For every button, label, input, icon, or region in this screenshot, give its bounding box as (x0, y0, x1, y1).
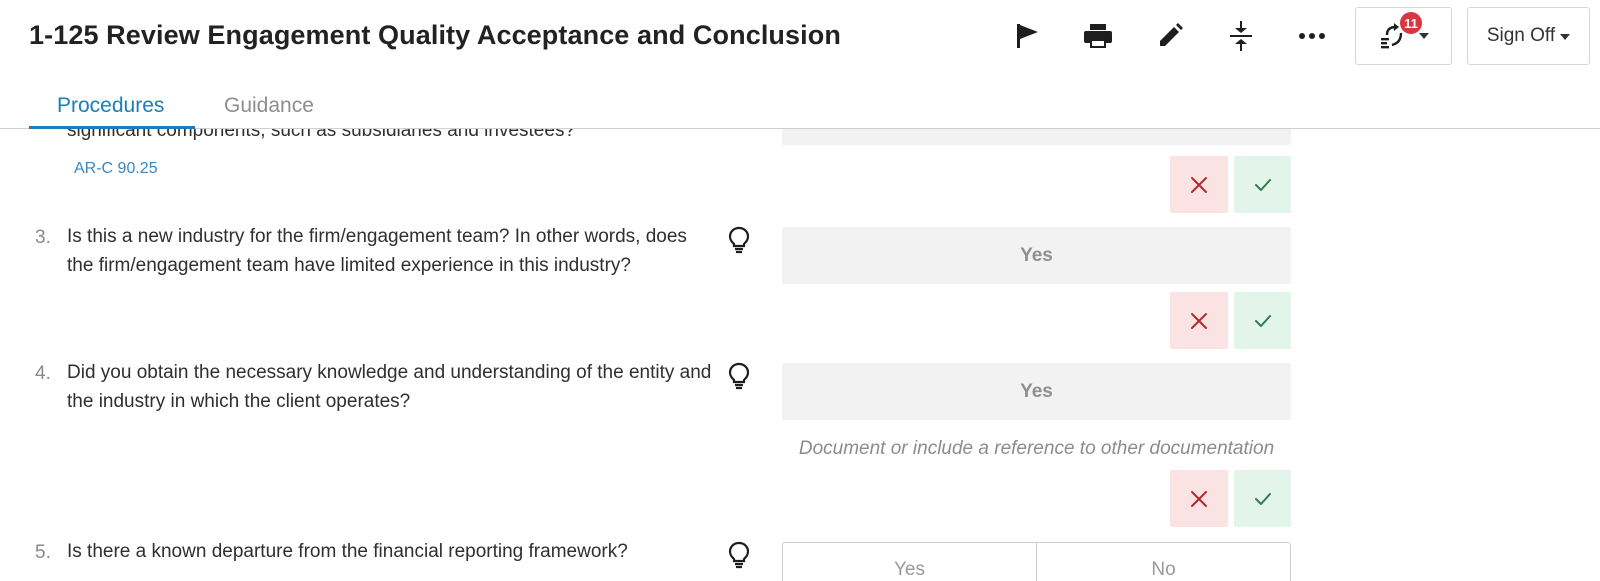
question-text: significant components, such as subsidia… (67, 129, 576, 141)
print-button[interactable] (1080, 18, 1116, 54)
close-icon (1191, 312, 1207, 329)
collapse-button[interactable] (1223, 18, 1259, 54)
sign-off-label: Sign Off (1486, 25, 1556, 46)
tab-guidance[interactable]: Guidance (224, 94, 314, 118)
answer-field[interactable] (782, 129, 1291, 145)
notification-badge: 11 (1400, 12, 1422, 34)
flag-button[interactable] (1009, 18, 1045, 54)
more-button[interactable] (1294, 18, 1330, 54)
lightbulb-icon[interactable] (727, 226, 751, 254)
pencil-icon (1160, 23, 1183, 46)
chevron-down-icon (1560, 34, 1571, 40)
accept-button[interactable] (1234, 470, 1291, 527)
accept-button[interactable] (1234, 292, 1291, 349)
collapse-icon (1230, 21, 1252, 51)
reject-button[interactable] (1170, 470, 1228, 527)
more-icon (1299, 33, 1325, 39)
print-icon (1084, 24, 1112, 48)
close-icon (1191, 176, 1207, 193)
procedures-list: significant components, such as subsidia… (0, 129, 1600, 581)
question-number: 4. (35, 363, 51, 384)
yes-no-toggle: Yes No (782, 542, 1291, 581)
reject-button[interactable] (1170, 292, 1228, 349)
answer-field[interactable]: Yes (782, 363, 1291, 420)
page-title: 1-125 Review Engagement Quality Acceptan… (29, 20, 841, 50)
page-header: 1-125 Review Engagement Quality Acceptan… (0, 0, 1600, 80)
workflow-button[interactable]: 11 (1355, 7, 1452, 65)
check-icon (1254, 178, 1271, 191)
question-text: Is this a new industry for the firm/enga… (67, 226, 687, 276)
accept-button[interactable] (1234, 156, 1291, 213)
question-number: 5. (35, 542, 51, 563)
sign-off-button[interactable]: Sign Off (1467, 7, 1590, 65)
question-text: Did you obtain the necessary knowledge a… (67, 362, 712, 412)
option-yes[interactable]: Yes (783, 543, 1036, 581)
check-icon (1254, 492, 1271, 505)
tab-bar: Procedures Guidance (0, 80, 1600, 129)
lightbulb-icon[interactable] (727, 541, 751, 569)
active-tab-indicator (29, 126, 195, 129)
answer-field[interactable]: Yes (782, 227, 1291, 284)
lightbulb-icon[interactable] (727, 362, 751, 390)
reference-link[interactable]: AR-C 90.25 (74, 160, 158, 178)
reject-button[interactable] (1170, 156, 1228, 213)
option-no[interactable]: No (1036, 543, 1290, 581)
check-icon (1254, 314, 1271, 327)
question-number: 3. (35, 227, 51, 248)
chevron-down-icon (1418, 33, 1429, 39)
tab-procedures[interactable]: Procedures (57, 94, 164, 118)
edit-button[interactable] (1152, 18, 1188, 54)
documentation-hint[interactable]: Document or include a reference to other… (782, 438, 1291, 460)
close-icon (1191, 490, 1207, 507)
flag-icon (1017, 24, 1038, 48)
question-text: Is there a known departure from the fina… (67, 541, 628, 562)
